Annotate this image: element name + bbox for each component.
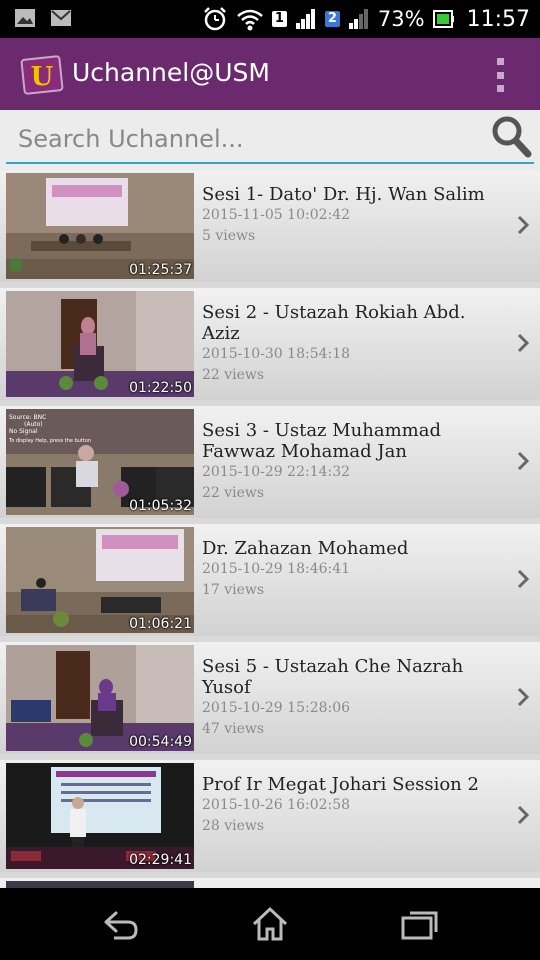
video-duration: 02:29:41 [129,852,192,868]
video-thumbnail[interactable]: Source: BNC (Auto) No Signal To display … [6,409,194,515]
sim1-badge: 1 [271,11,287,27]
image-icon [15,9,35,27]
chevron-right-icon[interactable] [516,450,530,472]
chevron-right-icon[interactable] [516,214,530,236]
status-bar: 1 2 73% 11:57 [0,0,540,38]
video-views: 28 views [202,818,265,834]
mail-icon [51,10,71,26]
video-views: 47 views [202,721,265,737]
video-title: Dr. Zahazan Mohamed [202,538,409,559]
video-duration: 01:05:32 [129,498,192,514]
signal-icon [295,9,315,29]
video-title: Sesi 3 - Ustaz Muhammad Fawwaz Mohamad J… [202,420,441,462]
clock: 11:57 [466,6,530,32]
video-list[interactable]: 01:25:37 Sesi 1- Dato' Dr. Hj. Wan Salim… [0,170,540,888]
video-date: 2015-10-29 22:14:32 [202,464,351,480]
video-date: 2015-10-29 15:28:06 [202,700,351,716]
video-thumbnail[interactable]: 01:06:21 [6,527,194,633]
video-info: Sesi 1- Dato' Dr. Hj. Wan Salim 2015-11-… [202,184,502,247]
video-thumbnail[interactable]: 00:54:49 [6,645,194,751]
video-list-item[interactable]: 01:25:37 Sesi 1- Dato' Dr. Hj. Wan Salim… [0,170,540,282]
chevron-right-icon[interactable] [516,332,530,354]
sim2-badge: 2 [324,11,340,27]
video-duration: 01:25:37 [129,262,192,278]
app-title: Uchannel@USM [72,58,270,87]
back-icon[interactable] [98,904,142,944]
video-info: Sesi 5 - Ustazah Che Nazrah Yusof 2015-1… [202,656,502,740]
video-info: Prof Ir Megat Johari Session 2 2015-10-2… [202,774,502,837]
battery-percent: 73% [377,7,425,31]
video-duration: 01:22:50 [129,380,192,396]
video-thumbnail[interactable]: 01:25:37 [6,173,194,279]
video-list-item[interactable]: 00:54:49 Sesi 5 - Ustazah Che Nazrah Yus… [0,642,540,754]
thumbnail-overlay-text: To display Help, press the button [8,438,91,444]
video-info: Sesi 2 - Ustazah Rokiah Abd. Aziz 2015-1… [202,302,502,386]
video-date: 2015-10-30 18:54:18 [202,346,351,362]
video-date: 2015-10-26 16:02:58 [202,797,351,813]
chevron-right-icon[interactable] [516,568,530,590]
video-title: Prof Ir Megat Johari Session 2 [202,774,479,795]
video-list-item[interactable]: 01:06:21 Dr. Zahazan Mohamed 2015-10-29 … [0,524,540,636]
video-thumbnail[interactable]: 02:29:41 [6,763,194,869]
chevron-right-icon[interactable] [516,804,530,826]
video-thumbnail[interactable]: 01:22:50 [6,291,194,397]
video-views: 22 views [202,485,265,501]
home-icon[interactable] [248,904,292,944]
wifi-icon [237,9,263,31]
search-icon[interactable] [490,114,532,158]
video-title: Sesi 5 - Ustazah Che Nazrah Yusof [202,656,464,698]
app-logo-icon: U [20,55,64,95]
signal-icon [348,9,368,29]
video-list-item[interactable]: 01:22:50 Sesi 2 - Ustazah Rokiah Abd. Az… [0,288,540,400]
video-duration: 00:54:49 [129,734,192,750]
video-thumbnail[interactable] [6,881,194,888]
search-input[interactable] [6,116,534,164]
chevron-right-icon[interactable] [516,686,530,708]
video-list-item-partial[interactable] [0,878,540,888]
thumbnail-overlay-text: (Auto) [24,421,43,428]
video-views: 5 views [202,228,256,244]
logo-letter: U [31,62,54,92]
video-views: 17 views [202,582,265,598]
video-list-item[interactable]: 02:29:41 Prof Ir Megat Johari Session 2 … [0,760,540,872]
thumbnail-overlay-text: Source: BNC [9,414,46,421]
video-list-item[interactable]: Source: BNC (Auto) No Signal To display … [0,406,540,518]
alarm-icon [203,7,226,31]
video-title: Sesi 1- Dato' Dr. Hj. Wan Salim [202,184,485,205]
recent-apps-icon[interactable] [398,904,442,944]
video-views: 22 views [202,367,265,383]
overflow-menu-icon[interactable] [494,58,506,92]
thumbnail-overlay-text: No Signal [9,428,38,435]
battery-icon [432,10,454,28]
video-info: Sesi 3 - Ustaz Muhammad Fawwaz Mohamad J… [202,420,502,504]
video-date: 2015-10-29 18:46:41 [202,561,351,577]
video-info: Dr. Zahazan Mohamed 2015-10-29 18:46:41 … [202,538,502,601]
video-title: Sesi 2 - Ustazah Rokiah Abd. Aziz [202,302,466,344]
video-duration: 01:06:21 [129,616,192,632]
video-date: 2015-11-05 10:02:42 [202,207,351,223]
